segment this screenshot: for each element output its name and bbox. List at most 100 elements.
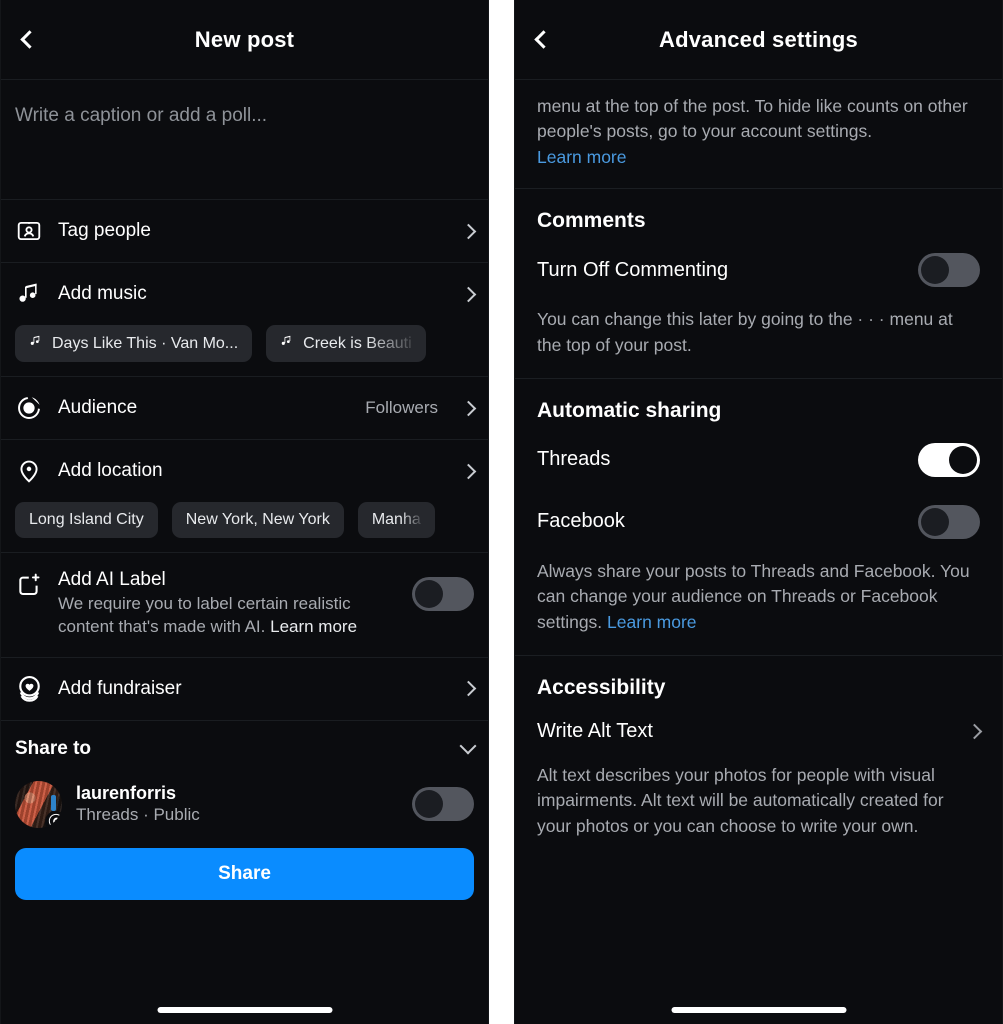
new-post-header: New post — [1, 0, 488, 80]
chevron-right-icon — [966, 723, 983, 740]
account-username: laurenforris — [76, 783, 177, 804]
avatar-accent — [51, 794, 56, 811]
ai-sparkle-square-icon — [15, 571, 43, 599]
avatar — [15, 780, 62, 828]
share-button-wrapper: Share — [1, 838, 488, 900]
alt-text-note: Alt text describes your photos for peopl… — [537, 765, 944, 836]
share-to-account-row[interactable]: laurenforris Threads · Public — [1, 777, 488, 838]
row-write-alt-text[interactable]: Write Alt Text — [515, 706, 1002, 757]
row-label: Threads — [537, 448, 611, 471]
row-label: Turn Off Commenting — [537, 258, 729, 281]
back-button[interactable] — [521, 20, 561, 60]
row-label: Facebook — [537, 510, 625, 533]
like-counts-text: menu at the top of the post. To hide lik… — [537, 96, 968, 142]
toggle-knob — [415, 790, 443, 819]
row-tag-people[interactable]: Tag people — [1, 200, 488, 262]
learn-more-link[interactable]: Learn more — [270, 617, 357, 636]
ai-label-description: We require you to label certain realisti… — [58, 593, 358, 639]
music-suggestion-chips: Days Like This · Van Mo... Creek is Beau… — [1, 325, 488, 376]
toggle-knob — [415, 580, 443, 608]
automatic-sharing-note: Always share your posts to Threads and F… — [515, 553, 1002, 655]
location-suggestion-chips: Long Island City New York, New York Manh… — [1, 502, 488, 552]
music-chip[interactable]: Days Like This · Van Mo... — [15, 325, 253, 362]
row-label: Audience — [58, 397, 138, 418]
commenting-note: You can change this later by going to th… — [515, 301, 1002, 378]
row-label: Add location — [58, 460, 163, 481]
share-to-header[interactable]: Share to — [1, 721, 488, 777]
row-label: Add music — [58, 283, 147, 304]
facebook-toggle[interactable] — [918, 504, 980, 539]
music-note-icon — [29, 334, 43, 353]
share-to-threads-toggle[interactable] — [412, 787, 474, 822]
audience-icon — [15, 394, 43, 422]
music-chip[interactable]: Creek is Beauti — [266, 325, 426, 362]
chevron-left-icon — [533, 30, 553, 49]
chevron-right-icon — [460, 286, 477, 302]
ellipsis-menu-icon: · · · — [857, 309, 885, 330]
chevron-right-icon — [460, 681, 477, 697]
ai-label-toggle[interactable] — [412, 577, 474, 611]
row-add-ai-label[interactable]: Add AI Label We require you to label cer… — [1, 553, 488, 657]
chevron-right-icon — [460, 400, 477, 416]
toggle-knob — [921, 507, 949, 536]
account-texts: laurenforris Threads · Public — [76, 783, 398, 825]
row-add-music[interactable]: Add music — [1, 263, 488, 325]
turn-off-commenting-toggle[interactable] — [918, 253, 980, 288]
commenting-note-before: You can change this later by going to th… — [537, 309, 858, 330]
advanced-settings-header: Advanced settings — [515, 0, 1002, 80]
page-title: New post — [194, 26, 295, 52]
toggle-knob — [921, 256, 949, 285]
learn-more-link[interactable]: Learn more — [537, 147, 627, 167]
row-audience[interactable]: Audience Followers — [1, 377, 488, 439]
section-title-accessibility: Accessibility — [537, 676, 666, 699]
music-chip-label: Creek is Beauti — [303, 334, 412, 352]
page-title: Advanced settings — [658, 26, 858, 52]
location-chip-label: New York, New York — [185, 511, 330, 528]
row-label: Add fundraiser — [58, 677, 182, 699]
back-button[interactable] — [7, 20, 47, 60]
share-button[interactable]: Share — [15, 847, 474, 900]
tag-people-icon — [15, 217, 43, 245]
row-label: Tag people — [58, 220, 151, 241]
share-to-title: Share to — [15, 737, 92, 759]
location-chip-label: Long Island City — [29, 511, 144, 528]
row-label: Write Alt Text — [537, 720, 653, 742]
fundraiser-heart-icon — [15, 675, 43, 703]
chevron-left-icon — [19, 30, 39, 49]
like-counts-description: menu at the top of the post. To hide lik… — [515, 80, 1002, 188]
chevron-down-icon — [459, 737, 477, 755]
row-turn-off-commenting[interactable]: Turn Off Commenting — [515, 239, 1002, 301]
row-add-location[interactable]: Add location — [1, 440, 488, 502]
advanced-settings-screen: Advanced settings menu at the top of the… — [514, 0, 1003, 1024]
chevron-right-icon — [460, 223, 477, 239]
ai-label-texts: Add AI Label We require you to label cer… — [58, 569, 397, 639]
music-chip-label: Days Like This · Van Mo... — [52, 334, 239, 352]
threads-toggle[interactable] — [918, 442, 980, 477]
section-title-comments: Comments — [537, 209, 646, 233]
ai-label-title: Add AI Label — [58, 569, 166, 590]
learn-more-link[interactable]: Learn more — [607, 612, 697, 632]
threads-badge-icon — [45, 810, 62, 828]
location-chip-label: Manha — [371, 511, 421, 528]
new-post-screen: New post Write a caption or add a poll..… — [0, 0, 489, 1024]
location-chip[interactable]: New York, New York — [171, 502, 344, 538]
screenshot-stage: New post Write a caption or add a poll..… — [0, 0, 1003, 1024]
audience-value: Followers — [365, 398, 438, 417]
music-note-icon — [15, 280, 43, 308]
automatic-sharing-note-text: Always share your posts to Threads and F… — [537, 560, 970, 632]
row-facebook[interactable]: Facebook — [515, 491, 1002, 553]
toggle-knob — [949, 445, 977, 474]
row-add-fundraiser[interactable]: Add fundraiser — [1, 658, 488, 720]
account-subtitle: Threads · Public — [76, 805, 200, 825]
panel-gap — [489, 0, 514, 1024]
row-threads[interactable]: Threads — [515, 429, 1002, 491]
section-title-automatic-sharing: Automatic sharing — [537, 398, 722, 422]
chevron-right-icon — [460, 463, 477, 479]
caption-placeholder: Write a caption or add a poll... — [15, 105, 268, 126]
location-pin-icon — [15, 457, 43, 485]
home-indicator — [671, 1007, 846, 1013]
caption-input[interactable]: Write a caption or add a poll... — [1, 80, 488, 200]
location-chip[interactable]: Long Island City — [15, 502, 158, 538]
home-indicator — [157, 1007, 332, 1013]
location-chip[interactable]: Manha — [357, 502, 435, 538]
